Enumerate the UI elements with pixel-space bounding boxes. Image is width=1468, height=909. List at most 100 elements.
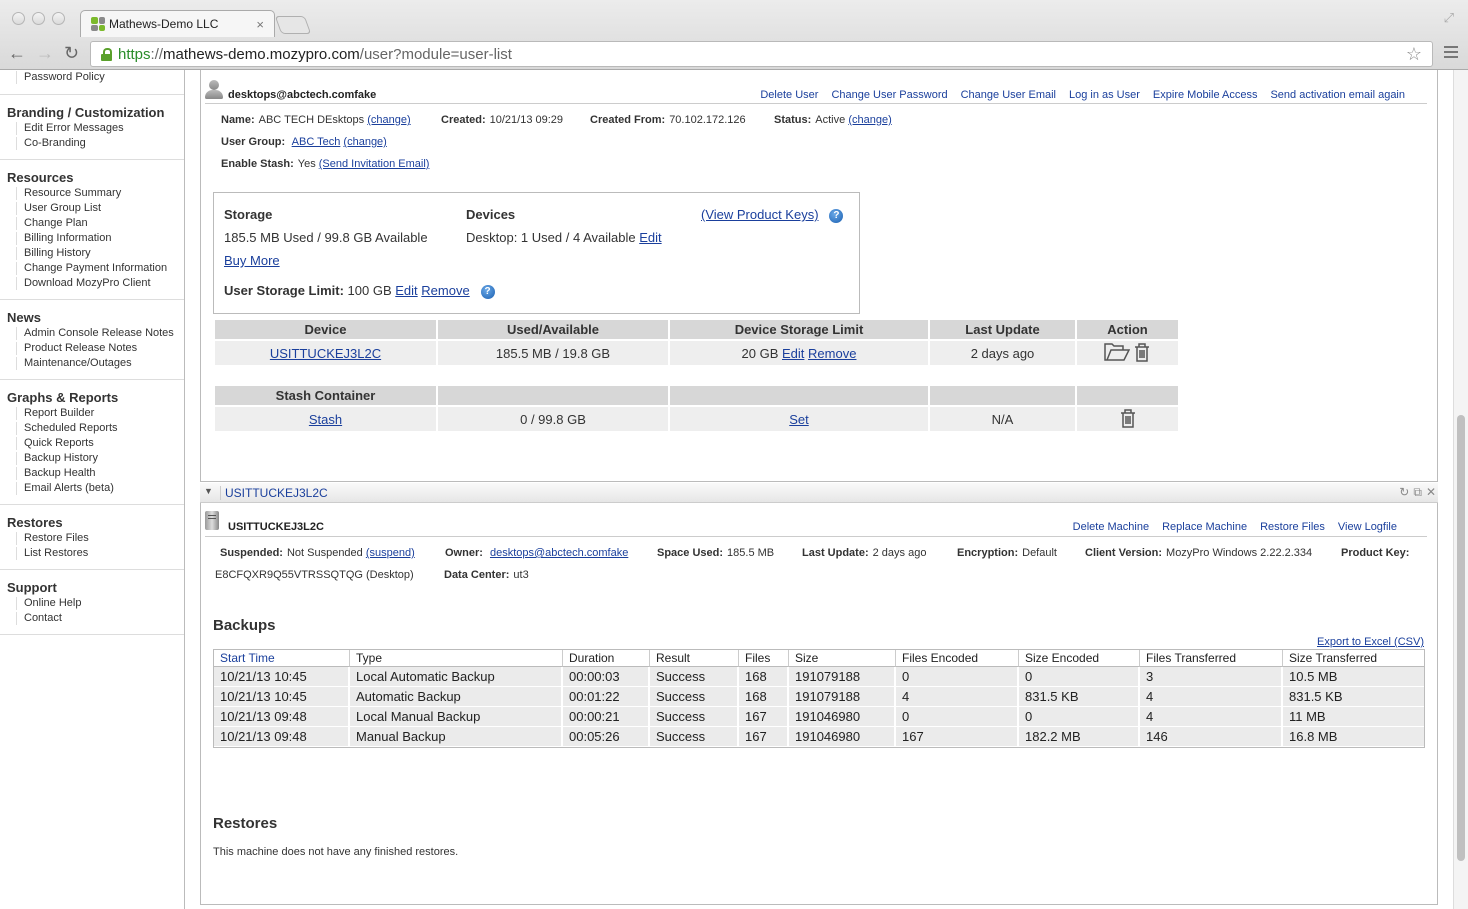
folder-open-icon[interactable]: [1103, 342, 1130, 362]
change-password-link[interactable]: Change User Password: [831, 89, 947, 101]
device-table-header: Device Used/Available Device Storage Lim…: [215, 320, 1178, 339]
remove-storage-limit-link[interactable]: Remove: [421, 283, 469, 298]
sidebar-item[interactable]: Quick Reports: [7, 436, 184, 451]
table-cell: 191046980: [789, 727, 896, 747]
url-separator: ://: [150, 45, 164, 63]
reload-icon[interactable]: ↻: [64, 43, 79, 64]
sidebar-item[interactable]: List Restores: [7, 546, 184, 561]
change-status-link[interactable]: (change): [848, 114, 891, 126]
restore-files-link[interactable]: Restore Files: [1260, 521, 1325, 533]
user-group-link[interactable]: ABC Tech: [292, 136, 341, 148]
browser-tab[interactable]: Mathews-Demo LLC ×: [80, 10, 275, 37]
bookmark-star-icon[interactable]: ☆: [1406, 44, 1422, 65]
device-link[interactable]: USITTUCKEJ3L2C: [270, 346, 381, 361]
edit-storage-limit-link[interactable]: Edit: [395, 283, 417, 298]
column-header: Size Transferred: [1283, 650, 1424, 667]
log-in-as-user-link[interactable]: Log in as User: [1069, 89, 1140, 101]
machine-panel-header[interactable]: ▼ USITTUCKEJ3L2C ↻ ⧉ ✕: [200, 483, 1438, 503]
close-panel-icon[interactable]: ✕: [1426, 485, 1436, 500]
forward-icon[interactable]: →: [36, 43, 54, 64]
edit-device-limit-link[interactable]: Edit: [782, 346, 804, 361]
change-email-link[interactable]: Change User Email: [961, 89, 1056, 101]
user-storage-limit: User Storage Limit: 100 GB Edit Remove ?: [224, 283, 495, 299]
refresh-icon[interactable]: ↻: [1399, 485, 1409, 500]
column-header: Last Update: [930, 320, 1075, 339]
device-limit-cell: 20 GB Edit Remove: [670, 341, 928, 365]
sidebar-item[interactable]: Scheduled Reports: [7, 421, 184, 436]
zoom-window-button[interactable]: [52, 12, 65, 25]
machine-header: USITTUCKEJ3L2C Delete Machine Replace Ma…: [205, 511, 1427, 537]
sidebar-item[interactable]: Contact: [7, 611, 184, 626]
help-icon[interactable]: ?: [480, 284, 495, 299]
sidebar-item[interactable]: User Group List: [7, 201, 184, 216]
delete-user-link[interactable]: Delete User: [760, 89, 818, 101]
send-invitation-link[interactable]: (Send Invitation Email): [319, 158, 430, 170]
url-path: /user?module=user-list: [359, 45, 512, 63]
sidebar-item[interactable]: Billing Information: [7, 231, 184, 246]
sidebar-item[interactable]: Online Help: [7, 596, 184, 611]
view-logfile-link[interactable]: View Logfile: [1338, 521, 1397, 533]
sidebar-item[interactable]: Restore Files: [7, 531, 184, 546]
tab-close-icon[interactable]: ×: [256, 17, 264, 32]
buy-more-link[interactable]: Buy More: [224, 253, 280, 268]
set-stash-limit-link[interactable]: Set: [789, 412, 809, 427]
sidebar-item[interactable]: Maintenance/Outages: [7, 356, 184, 371]
sidebar-item[interactable]: Admin Console Release Notes: [7, 326, 184, 341]
column-header: Duration: [563, 650, 650, 667]
stash-table: Stash Container Stash 0 / 99.8 GB Set N/…: [213, 384, 1180, 433]
collapse-triangle-icon[interactable]: ▼: [204, 486, 213, 496]
page-scrollbar[interactable]: [1453, 70, 1468, 909]
change-name-link[interactable]: (change): [367, 114, 410, 126]
edit-devices-link[interactable]: Edit: [639, 230, 661, 245]
minimize-window-button[interactable]: [32, 12, 45, 25]
encryption-field: Encryption: Default: [957, 547, 1057, 559]
sidebar-item[interactable]: Backup History: [7, 451, 184, 466]
sidebar-item[interactable]: Billing History: [7, 246, 184, 261]
trash-icon[interactable]: [1119, 408, 1137, 428]
scrollbar-thumb[interactable]: [1457, 415, 1465, 861]
remove-device-limit-link[interactable]: Remove: [808, 346, 856, 361]
sidebar-item-password-policy[interactable]: Password Policy: [7, 70, 184, 85]
device-actions: [1077, 341, 1178, 365]
sidebar-item[interactable]: Co-Branding: [7, 136, 184, 151]
sidebar-item[interactable]: Backup Health: [7, 466, 184, 481]
help-icon[interactable]: ?: [829, 208, 844, 223]
change-group-link[interactable]: (change): [343, 136, 386, 148]
stash-link[interactable]: Stash: [309, 412, 342, 427]
status-field: Status: Active (change): [774, 114, 892, 126]
column-header-start-time[interactable]: Start Time: [214, 650, 350, 667]
expire-mobile-access-link[interactable]: Expire Mobile Access: [1153, 89, 1258, 101]
column-header: Device Storage Limit: [670, 320, 928, 339]
table-cell: Local Manual Backup: [350, 707, 563, 727]
user-header: desktops@abctech.comfake Delete User Cha…: [205, 80, 1427, 104]
new-tab-button[interactable]: [274, 16, 312, 34]
sidebar-item[interactable]: Email Alerts (beta): [7, 481, 184, 496]
sidebar-item[interactable]: Product Release Notes: [7, 341, 184, 356]
sidebar-item[interactable]: Report Builder: [7, 406, 184, 421]
export-csv-link[interactable]: Export to Excel (CSV): [1317, 636, 1424, 648]
owner-link[interactable]: desktops@abctech.comfake: [490, 547, 628, 559]
close-window-button[interactable]: [12, 12, 25, 25]
suspend-link[interactable]: (suspend): [366, 547, 415, 559]
column-header: Size: [789, 650, 896, 667]
sidebar-item[interactable]: Change Plan: [7, 216, 184, 231]
send-activation-link[interactable]: Send activation email again: [1270, 89, 1405, 101]
client-version-field: Client Version: MozyPro Windows 2.22.2.33…: [1085, 547, 1312, 559]
delete-machine-link[interactable]: Delete Machine: [1073, 521, 1149, 533]
user-avatar-icon: [205, 80, 223, 100]
sidebar-item[interactable]: Download MozyPro Client: [7, 276, 184, 291]
view-product-keys-link[interactable]: (View Product Keys): [701, 207, 819, 222]
fullscreen-icon[interactable]: ⤢: [1444, 10, 1454, 26]
trash-icon[interactable]: [1133, 342, 1151, 362]
sidebar-item[interactable]: Edit Error Messages: [7, 121, 184, 136]
replace-machine-link[interactable]: Replace Machine: [1162, 521, 1247, 533]
table-cell: 4: [896, 687, 1019, 707]
back-icon[interactable]: ←: [8, 43, 26, 64]
popout-icon[interactable]: ⧉: [1413, 485, 1422, 500]
menu-icon[interactable]: [1444, 46, 1458, 61]
machine-bar-title[interactable]: USITTUCKEJ3L2C: [220, 486, 328, 500]
address-bar[interactable]: https://mathews-demo.mozypro.com/user?mo…: [90, 41, 1433, 67]
table-cell: 10/21/13 10:45: [214, 667, 350, 687]
sidebar-item[interactable]: Resource Summary: [7, 186, 184, 201]
sidebar-item[interactable]: Change Payment Information: [7, 261, 184, 276]
